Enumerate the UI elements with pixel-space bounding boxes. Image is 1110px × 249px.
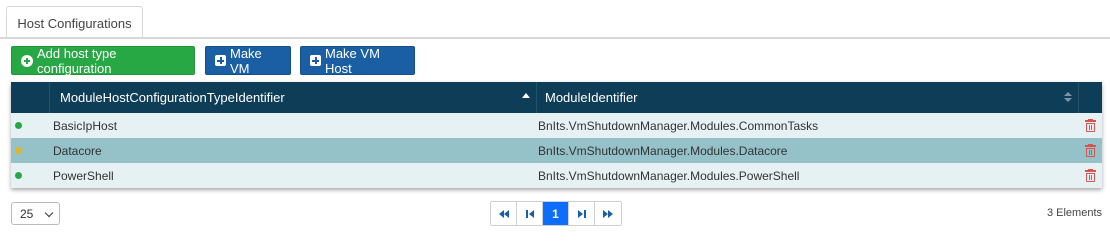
element-count: 3 Elements [1046,207,1102,219]
table-row[interactable]: PowerShell BnIts.VmShutdownManager.Modul… [11,163,1102,188]
previous-page-button[interactable] [517,202,543,225]
make-vm-button[interactable]: Make VM [205,45,291,76]
type-identifier-cell: Datacore [53,143,102,158]
host-configurations-grid: ModuleHostConfigurationTypeIdentifier Mo… [11,82,1102,188]
tab-bar: Host Configurations [0,0,1110,40]
delete-icon[interactable] [1085,119,1096,132]
add-host-type-configuration-button[interactable]: Add host type configuration [11,45,195,76]
make-vm-host-label: Make VM Host [325,45,380,76]
make-vm-label: Make VM [230,45,262,76]
column-header-actions [1078,82,1102,113]
plus-square-icon [310,55,321,66]
previous-page-icon [525,209,535,218]
first-page-icon [498,209,509,218]
column-header-label: ModuleHostConfigurationTypeIdentifier [60,90,285,105]
sort-ascending-icon [522,93,530,98]
grid-header: ModuleHostConfigurationTypeIdentifier Mo… [11,82,1102,113]
page-button-current[interactable]: 1 [543,202,569,225]
last-page-button[interactable] [595,202,621,225]
module-identifier-cell: BnIts.VmShutdownManager.Modules.CommonTa… [538,118,819,133]
page-size-select[interactable]: 25 [11,202,60,225]
first-page-button[interactable] [491,202,517,225]
column-header-label: ModuleIdentifier [545,90,638,105]
column-header-module-identifier[interactable]: ModuleIdentifier [536,82,1078,113]
sort-icon [1064,92,1072,103]
chevron-down-icon [44,208,54,218]
plus-circle-icon [21,54,33,67]
last-page-icon [603,209,613,218]
status-dot-icon [15,122,22,129]
table-row[interactable]: BasicIpHost BnIts.VmShutdownManager.Modu… [11,113,1102,138]
type-identifier-cell: PowerShell [53,168,114,183]
table-row[interactable]: Datacore BnIts.VmShutdownManager.Modules… [11,138,1102,163]
next-page-button[interactable] [569,202,595,225]
make-vm-host-button[interactable]: Make VM Host [300,45,415,76]
next-page-icon [577,209,587,218]
delete-icon[interactable] [1085,169,1096,182]
tab-divider [0,37,1110,39]
module-identifier-cell: BnIts.VmShutdownManager.Modules.Datacore [538,143,788,158]
add-button-label: Add host type configuration [37,45,117,76]
delete-icon[interactable] [1085,144,1096,157]
status-dot-icon [15,147,22,154]
status-dot-icon [15,172,22,179]
module-identifier-cell: BnIts.VmShutdownManager.Modules.PowerShe… [538,168,800,183]
plus-square-icon [215,55,226,66]
page-size-value: 25 [20,206,34,221]
type-identifier-cell: BasicIpHost [53,118,118,133]
tab-host-configurations[interactable]: Host Configurations [6,6,143,39]
column-header-type-identifier[interactable]: ModuleHostConfigurationTypeIdentifier [49,82,536,113]
pagination: 1 [490,201,622,226]
